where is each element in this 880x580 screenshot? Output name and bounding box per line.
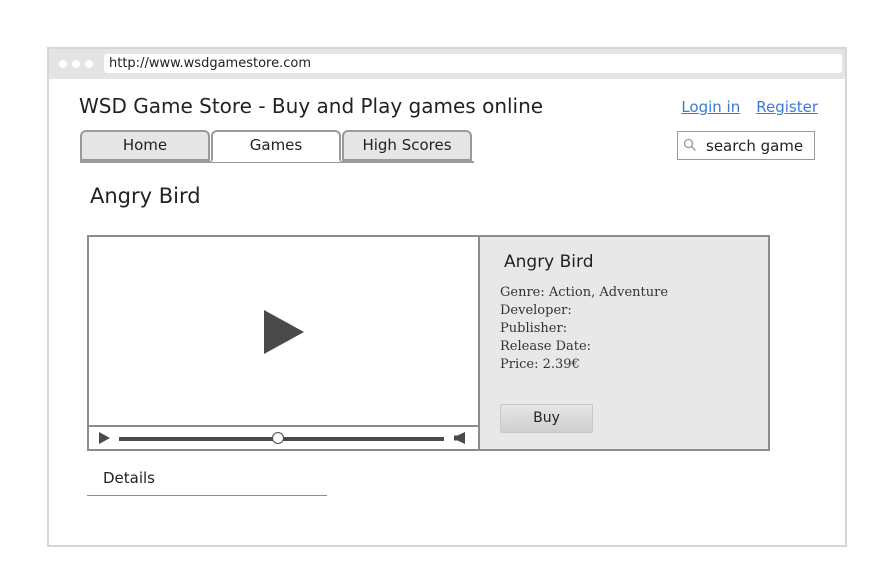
game-panel: Angry Bird Genre: Action, Adventure Deve… — [87, 235, 770, 451]
details-underline — [87, 495, 327, 496]
play-icon[interactable] — [262, 308, 306, 356]
browser-chrome: http://www.wsdgamestore.com — [49, 49, 845, 79]
video-player[interactable] — [89, 237, 480, 449]
search-value: search game — [706, 137, 804, 155]
details-tab[interactable]: Details — [103, 469, 155, 487]
game-details: Genre: Action, Adventure Developer: Publ… — [500, 284, 668, 374]
window-dot[interactable] — [85, 60, 93, 68]
address-bar[interactable]: http://www.wsdgamestore.com — [104, 54, 842, 73]
login-link[interactable]: Login in — [681, 98, 740, 116]
genre-text: Genre: Action, Adventure — [500, 285, 669, 300]
auth-links: Login in Register — [681, 98, 818, 116]
buy-button[interactable]: Buy — [500, 404, 593, 433]
tab-high-scores[interactable]: High Scores — [342, 130, 472, 161]
register-link[interactable]: Register — [756, 98, 818, 116]
release-date-text: Release Date: — [500, 339, 592, 354]
tab-home[interactable]: Home — [80, 130, 210, 161]
publisher-text: Publisher: — [500, 321, 568, 336]
price-text: Price: 2.39€ — [500, 357, 580, 372]
game-info: Angry Bird Genre: Action, Adventure Deve… — [480, 237, 768, 449]
search-icon — [683, 138, 696, 151]
window-dot[interactable] — [59, 60, 67, 68]
video-controls — [89, 425, 478, 449]
site-title: WSD Game Store - Buy and Play games onli… — [79, 94, 544, 118]
window-dot[interactable] — [72, 60, 80, 68]
browser-window: http://www.wsdgamestore.com WSD Game Sto… — [47, 47, 847, 547]
tab-games[interactable]: Games — [211, 130, 341, 162]
game-title: Angry Bird — [504, 252, 594, 272]
volume-icon[interactable] — [453, 431, 467, 445]
play-icon[interactable] — [98, 431, 111, 445]
page-title: Angry Bird — [90, 184, 201, 208]
video-progress-thumb[interactable] — [272, 432, 285, 444]
developer-text: Developer: — [500, 303, 572, 318]
window-controls — [59, 60, 93, 68]
search-input[interactable]: search game — [677, 131, 815, 160]
